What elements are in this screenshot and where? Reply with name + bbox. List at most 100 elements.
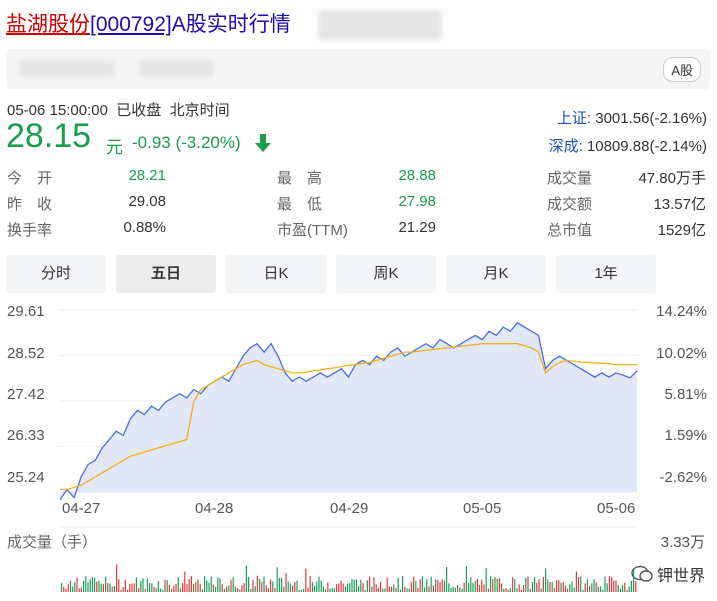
volume-bar bbox=[437, 580, 439, 592]
volume-bar bbox=[105, 576, 107, 592]
volume-bar bbox=[523, 585, 525, 592]
volume-bar bbox=[426, 578, 428, 592]
volume-bar bbox=[254, 586, 256, 592]
volume-bar bbox=[182, 583, 184, 592]
volume-bar bbox=[94, 577, 96, 592]
volume-bar bbox=[133, 583, 135, 592]
volume-bar bbox=[157, 581, 159, 592]
volume-bar bbox=[428, 586, 430, 592]
volume-bar bbox=[408, 588, 410, 592]
volume-bar bbox=[604, 576, 606, 592]
volume-bar bbox=[606, 583, 608, 592]
wechat-icon bbox=[631, 565, 653, 582]
volume-bar bbox=[111, 586, 113, 592]
volume-bar bbox=[507, 590, 509, 592]
volume-bar bbox=[199, 583, 201, 592]
volume-bar bbox=[589, 585, 591, 592]
volume-bar bbox=[210, 576, 212, 592]
volume-bar bbox=[164, 579, 166, 592]
volume-bar bbox=[274, 588, 276, 592]
volume-bar bbox=[483, 584, 485, 592]
volume-bar bbox=[72, 586, 74, 592]
volume-bar bbox=[373, 577, 375, 592]
volume-bar bbox=[435, 579, 437, 592]
volume-bar bbox=[430, 576, 432, 592]
volume-bar bbox=[624, 582, 626, 592]
volume-bar bbox=[215, 586, 217, 592]
volume-bar bbox=[417, 588, 419, 592]
volume-bar bbox=[567, 588, 569, 592]
volume-bar bbox=[413, 576, 415, 592]
volume-bar bbox=[100, 583, 102, 592]
volume-bar bbox=[520, 590, 522, 592]
volume-bar bbox=[155, 588, 157, 592]
volume-bar bbox=[91, 576, 93, 592]
volume-bar bbox=[113, 586, 115, 592]
volume-bar bbox=[556, 580, 558, 592]
volume-bar bbox=[549, 581, 551, 592]
volume-bar bbox=[452, 586, 454, 592]
volume-bar bbox=[201, 589, 203, 592]
volume-bar bbox=[485, 568, 487, 592]
volume-bar bbox=[560, 582, 562, 592]
volume-bar bbox=[239, 589, 241, 592]
volume-bar bbox=[261, 581, 263, 592]
volume-bar bbox=[384, 588, 386, 592]
volume-bar bbox=[465, 566, 467, 592]
volume-bar bbox=[177, 577, 179, 592]
volume-bar bbox=[219, 578, 221, 592]
volume-bar bbox=[234, 586, 236, 592]
watermark: 钾世界 bbox=[631, 562, 705, 586]
volume-bar bbox=[375, 584, 377, 592]
volume-bar bbox=[230, 579, 232, 592]
volume-bar bbox=[377, 587, 379, 592]
volume-bar bbox=[193, 583, 195, 592]
volume-bar bbox=[190, 576, 192, 592]
volume-bar bbox=[558, 580, 560, 592]
volume-bar bbox=[151, 583, 153, 592]
volume-bar bbox=[347, 583, 349, 592]
volume-bar bbox=[562, 582, 564, 592]
volume-bar bbox=[149, 583, 151, 592]
volume-bar bbox=[65, 588, 67, 592]
volume-bar bbox=[85, 576, 87, 592]
volume-bar bbox=[597, 586, 599, 592]
volume-bar bbox=[525, 577, 527, 592]
volume-bar bbox=[542, 577, 544, 592]
volume-bar bbox=[424, 587, 426, 592]
volume-bar bbox=[487, 588, 489, 592]
volume-bar bbox=[309, 576, 311, 592]
volume-bar bbox=[162, 589, 164, 592]
volume-bar bbox=[503, 588, 505, 592]
volume-bar bbox=[263, 576, 265, 592]
volume-bar bbox=[393, 584, 395, 592]
volume-bar bbox=[476, 579, 478, 592]
volume-bar bbox=[325, 589, 327, 592]
volume-bar bbox=[463, 582, 465, 592]
volume-bar bbox=[241, 585, 243, 592]
volume-bar bbox=[252, 579, 254, 592]
volume-bar bbox=[122, 587, 124, 592]
volume-bar bbox=[276, 567, 278, 592]
volume-bar bbox=[494, 577, 496, 592]
volume-bar bbox=[575, 571, 577, 592]
volume-bar bbox=[602, 589, 604, 592]
five-day-price-chart[interactable] bbox=[0, 0, 717, 601]
volume-bar bbox=[118, 579, 120, 592]
volume-bar bbox=[124, 579, 126, 592]
volume-bar bbox=[250, 588, 252, 592]
volume-bar bbox=[287, 581, 289, 592]
volume-bar bbox=[184, 571, 186, 592]
volume-bar bbox=[314, 585, 316, 592]
volume-bar bbox=[333, 588, 335, 592]
volume-bar bbox=[228, 585, 230, 592]
volume-bar bbox=[217, 577, 219, 592]
volume-bar bbox=[140, 580, 142, 592]
volume-bar bbox=[61, 583, 63, 592]
volume-bar bbox=[391, 586, 393, 592]
volume-bar bbox=[593, 579, 595, 592]
volume-bar bbox=[397, 577, 399, 592]
volume-bar bbox=[553, 588, 555, 592]
volume-bar bbox=[98, 580, 100, 592]
volume-bar bbox=[600, 586, 602, 592]
